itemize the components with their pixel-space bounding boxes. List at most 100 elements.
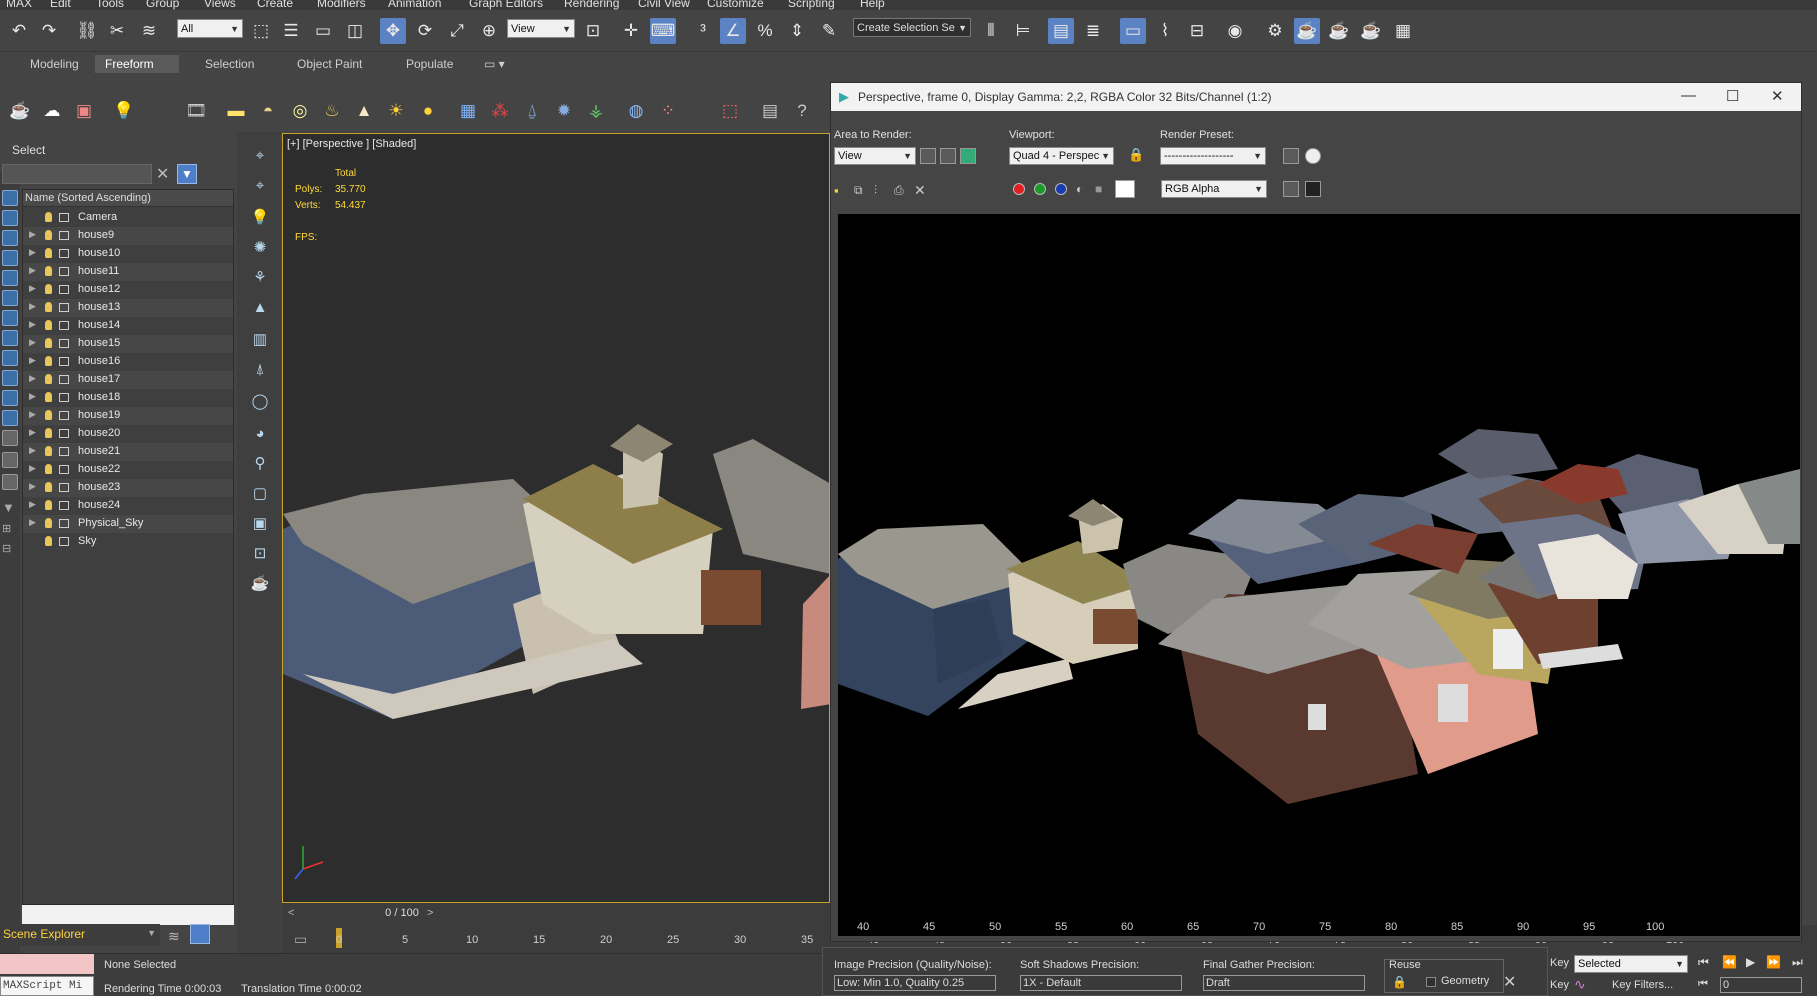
bind-space-warp-icon[interactable]: ≋	[136, 18, 162, 44]
trees-icon[interactable]: ⚘	[249, 266, 271, 288]
light-bulb-icon[interactable]	[45, 374, 52, 384]
display-warps-icon[interactable]	[2, 350, 18, 366]
light-bulb-icon[interactable]	[45, 212, 52, 222]
filter-icon[interactable]: ▼	[2, 500, 18, 516]
snaps-toggle-icon[interactable]: ³	[690, 18, 716, 44]
teapot-icon[interactable]: ☕	[8, 99, 32, 123]
toggle-ui-icon[interactable]	[1305, 181, 1321, 197]
image-icon[interactable]: ▣	[72, 99, 96, 123]
render-window-titlebar[interactable]: ▶ Perspective, frame 0, Display Gamma: 2…	[831, 83, 1801, 111]
grid-icon[interactable]: ▦	[456, 99, 480, 123]
goto-start-icon[interactable]: ⏮	[1698, 955, 1709, 970]
bulb-icon[interactable]: 💡	[249, 206, 271, 228]
slides-icon[interactable]: ▣	[249, 512, 271, 534]
next-key-icon[interactable]: ⏩	[1766, 955, 1781, 969]
layers-toggle-icon[interactable]: ≋	[168, 928, 180, 945]
copy-image-icon[interactable]: ⧉	[854, 183, 863, 198]
light-bulb-icon[interactable]	[45, 428, 52, 438]
menu-graph-editors[interactable]: Graph Editors	[469, 0, 543, 10]
soft-shadows-field[interactable]: 1X - Default	[1020, 975, 1182, 991]
final-gather-field[interactable]: Draft	[1203, 975, 1365, 991]
display-lights-icon[interactable]	[2, 290, 18, 306]
maxscript-mini-listener[interactable]: MAXScript Mi	[0, 976, 94, 996]
light-bulb-icon[interactable]	[45, 266, 52, 276]
grass-icon[interactable]: ⚶	[584, 99, 608, 123]
display-containers-icon[interactable]	[2, 430, 18, 446]
gear-particle-icon[interactable]: ✹	[552, 99, 576, 123]
render-setup-icon[interactable]	[1283, 148, 1299, 164]
list-item[interactable]: ▶ Physical_Sky	[23, 515, 233, 533]
light-bulb-icon[interactable]	[45, 356, 52, 366]
list-item[interactable]: ▶ house10	[23, 245, 233, 263]
hemisphere-icon[interactable]: ◓	[256, 99, 280, 123]
menu-rendering[interactable]: Rendering	[564, 0, 619, 10]
book-icon[interactable]: ▥	[249, 328, 271, 350]
scene-explorer-toggle-icon[interactable]: ▤	[1048, 18, 1074, 44]
sun-icon[interactable]: ☀	[384, 99, 408, 123]
light-bulb-icon[interactable]	[45, 482, 52, 492]
tripod-icon[interactable]: ⍙	[520, 99, 544, 123]
color-swatch[interactable]	[1115, 180, 1135, 198]
menu-animation[interactable]: Animation	[388, 0, 441, 10]
menu-tools[interactable]: Tools	[96, 0, 124, 10]
display-xrefs-icon[interactable]	[2, 390, 18, 406]
disc-icon[interactable]: ●	[416, 99, 440, 123]
hierarchy-toggle-icon[interactable]	[190, 924, 210, 944]
red-channel-toggle[interactable]	[1013, 183, 1025, 195]
search-input[interactable]	[2, 164, 152, 184]
ribbon-toggle-icon[interactable]: ▭	[1120, 18, 1146, 44]
auto-region-icon[interactable]	[940, 148, 956, 164]
viewport-dropdown[interactable]: Quad 4 - Perspec ▼	[1009, 147, 1114, 165]
particles-icon[interactable]: ⁂	[488, 99, 512, 123]
list-item[interactable]: Camera	[23, 209, 233, 227]
cloud-icon[interactable]: ☁	[40, 99, 64, 123]
light-bulb-icon[interactable]	[45, 230, 52, 240]
percent-snap-icon[interactable]: %	[752, 18, 778, 44]
menu-group[interactable]: Group	[146, 0, 179, 10]
torus-icon[interactable]: ◯	[249, 390, 271, 412]
snap-box-icon[interactable]: ⊡	[249, 542, 271, 564]
render-preset-dropdown[interactable]: ------------------- ▼	[1160, 147, 1266, 165]
blue-channel-toggle[interactable]	[1055, 183, 1067, 195]
close-icon[interactable]: ✕	[1771, 87, 1784, 105]
current-frame-field[interactable]: 0	[1720, 977, 1802, 993]
area-to-render-dropdown[interactable]: View ▼	[834, 147, 916, 165]
list-item[interactable]: ▶ house24	[23, 497, 233, 515]
render-production-icon[interactable]: ☕	[1326, 18, 1352, 44]
expand-arrow-icon[interactable]: ▶	[29, 499, 36, 510]
menu-civil-view[interactable]: Civil View	[638, 0, 690, 10]
edit-named-selection-icon[interactable]: ✎	[816, 18, 842, 44]
menu-max[interactable]: MAX	[6, 0, 32, 10]
prev-key-icon[interactable]: ⏪	[1722, 955, 1737, 969]
display-none-icon[interactable]	[2, 190, 18, 206]
render-in-cloud-icon[interactable]: ▦	[1390, 18, 1416, 44]
display-groups-icon[interactable]	[2, 370, 18, 386]
list-item[interactable]: ▶ house12	[23, 281, 233, 299]
clear-search-icon[interactable]: ✕	[156, 164, 169, 184]
edit-region-icon[interactable]	[920, 148, 936, 164]
cone-icon[interactable]: ▲	[352, 99, 376, 123]
print-image-icon[interactable]: ⎙	[894, 183, 904, 198]
select-scale-icon[interactable]: ⤢	[444, 18, 470, 44]
expand-arrow-icon[interactable]: ▶	[29, 247, 36, 258]
lamp-icon[interactable]: ⚲	[249, 452, 271, 474]
list-item[interactable]: Sky	[23, 533, 233, 551]
clone-window-icon[interactable]: ⫶	[874, 183, 877, 198]
expand-arrow-icon[interactable]: ▶	[29, 319, 36, 330]
prev-frame-icon[interactable]: <	[288, 907, 294, 919]
select-place-icon[interactable]: ⊕	[476, 18, 502, 44]
display-geometry-icon[interactable]	[2, 250, 18, 266]
film-icon[interactable]: 🎞	[184, 99, 208, 123]
maximize-icon[interactable]: ☐	[1726, 87, 1739, 105]
curve-editor-icon[interactable]: ⌇	[1152, 18, 1178, 44]
rect-selection-icon[interactable]: ▭	[310, 18, 336, 44]
camera-alt-icon[interactable]: ⌖	[249, 174, 271, 196]
list-item[interactable]: ▶ house19	[23, 407, 233, 425]
play-icon[interactable]: ▶	[1746, 955, 1755, 969]
camera-icon[interactable]: ⌖	[249, 144, 271, 166]
tab-object-paint[interactable]: Object Paint	[287, 55, 372, 73]
align-icon[interactable]: ⊨	[1010, 18, 1036, 44]
pivot-center-icon[interactable]: ⊡	[580, 18, 606, 44]
light-bulb-icon[interactable]: 💡	[112, 99, 136, 123]
key-filters-button[interactable]: Key Filters...	[1612, 979, 1673, 991]
